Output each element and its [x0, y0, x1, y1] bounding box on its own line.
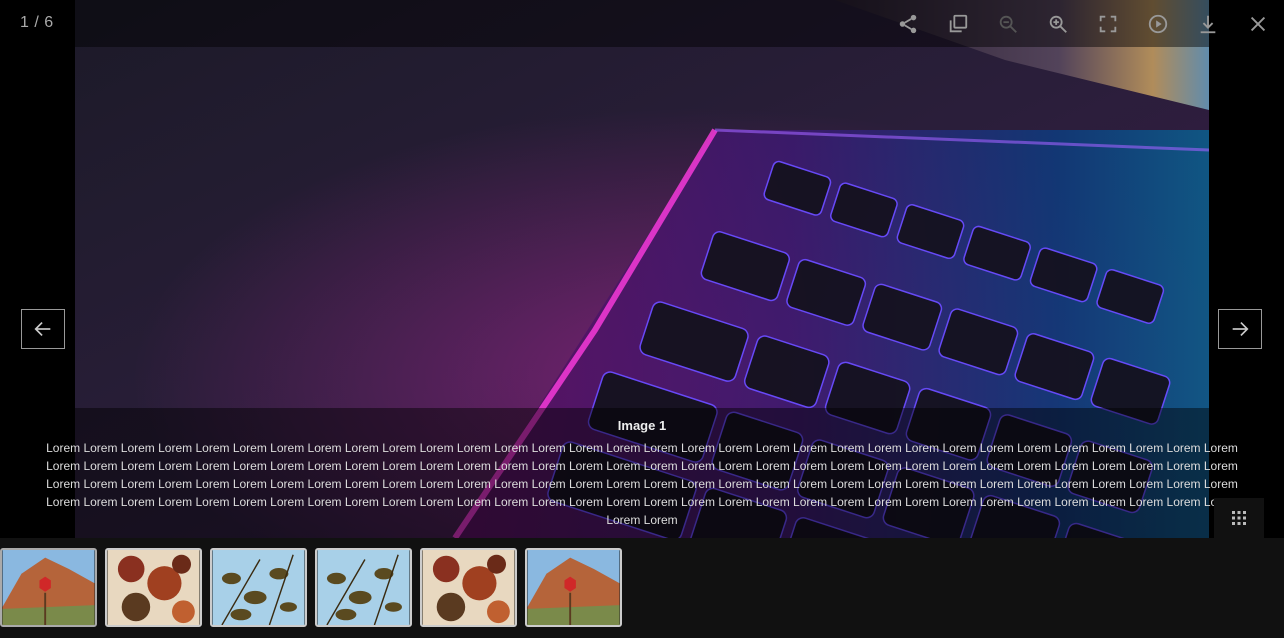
canyon-stop-sign-thumbnail: [527, 550, 620, 625]
leaves-sky-thumbnail: [317, 550, 410, 625]
zoom-in-icon: [1049, 15, 1067, 33]
thumbnail-2[interactable]: [105, 548, 202, 627]
thumbnail-3[interactable]: [210, 548, 307, 627]
grid-icon: [1232, 511, 1246, 525]
close-button[interactable]: [1233, 0, 1283, 47]
thumbnail-toggle-button[interactable]: [1214, 498, 1264, 538]
thumbnail-4[interactable]: [315, 548, 412, 627]
download-button[interactable]: [1183, 0, 1233, 47]
previous-button[interactable]: [21, 309, 65, 349]
thumbnail-1[interactable]: [0, 548, 97, 627]
counter-separator: /: [29, 14, 45, 31]
share-button[interactable]: [883, 0, 933, 47]
lightbox: 1 / 6 Image 1 Lorem Lorem Lorem Lorem Lo…: [0, 0, 1284, 638]
next-button[interactable]: [1218, 309, 1262, 349]
thumbnail-6[interactable]: [525, 548, 622, 627]
autoplay-button[interactable]: [1133, 0, 1183, 47]
arrow-right-icon: [1232, 321, 1249, 337]
counter-total: 6: [44, 14, 54, 31]
autumn-leaves-thumbnail: [422, 550, 515, 625]
copy-icon: [949, 14, 968, 32]
caption-text: Lorem Lorem Lorem Lorem Lorem Lorem Lore…: [46, 441, 1238, 527]
caption-title: Image 1: [617, 418, 667, 433]
arrow-left-icon: [34, 321, 51, 337]
counter-current: 1: [20, 14, 30, 31]
zoom-in-button[interactable]: [1033, 0, 1083, 47]
zoom-out-button[interactable]: [983, 0, 1033, 47]
close-icon: [1250, 16, 1266, 31]
leaves-sky-thumbnail: [212, 550, 305, 625]
canyon-stop-sign-thumbnail: [2, 550, 95, 625]
thumbnail-strip: [0, 548, 630, 627]
zoom-out-icon: [999, 15, 1017, 33]
caption: Image 1 Lorem Lorem Lorem Lorem Lorem Lo…: [46, 408, 1238, 538]
fullscreen-button[interactable]: [1083, 0, 1133, 47]
play-icon: [1148, 14, 1168, 33]
copy-button[interactable]: [933, 0, 983, 47]
top-bar: 1 / 6: [0, 0, 1284, 47]
image-counter: 1 / 6: [20, 14, 54, 32]
share-icon: [899, 14, 917, 33]
autumn-leaves-thumbnail: [107, 550, 200, 625]
thumbnail-5[interactable]: [420, 548, 517, 627]
toolbar: [883, 0, 1283, 47]
fullscreen-icon: [1099, 15, 1117, 32]
thumbnail-bar: [0, 538, 1284, 638]
download-icon: [1200, 15, 1216, 33]
